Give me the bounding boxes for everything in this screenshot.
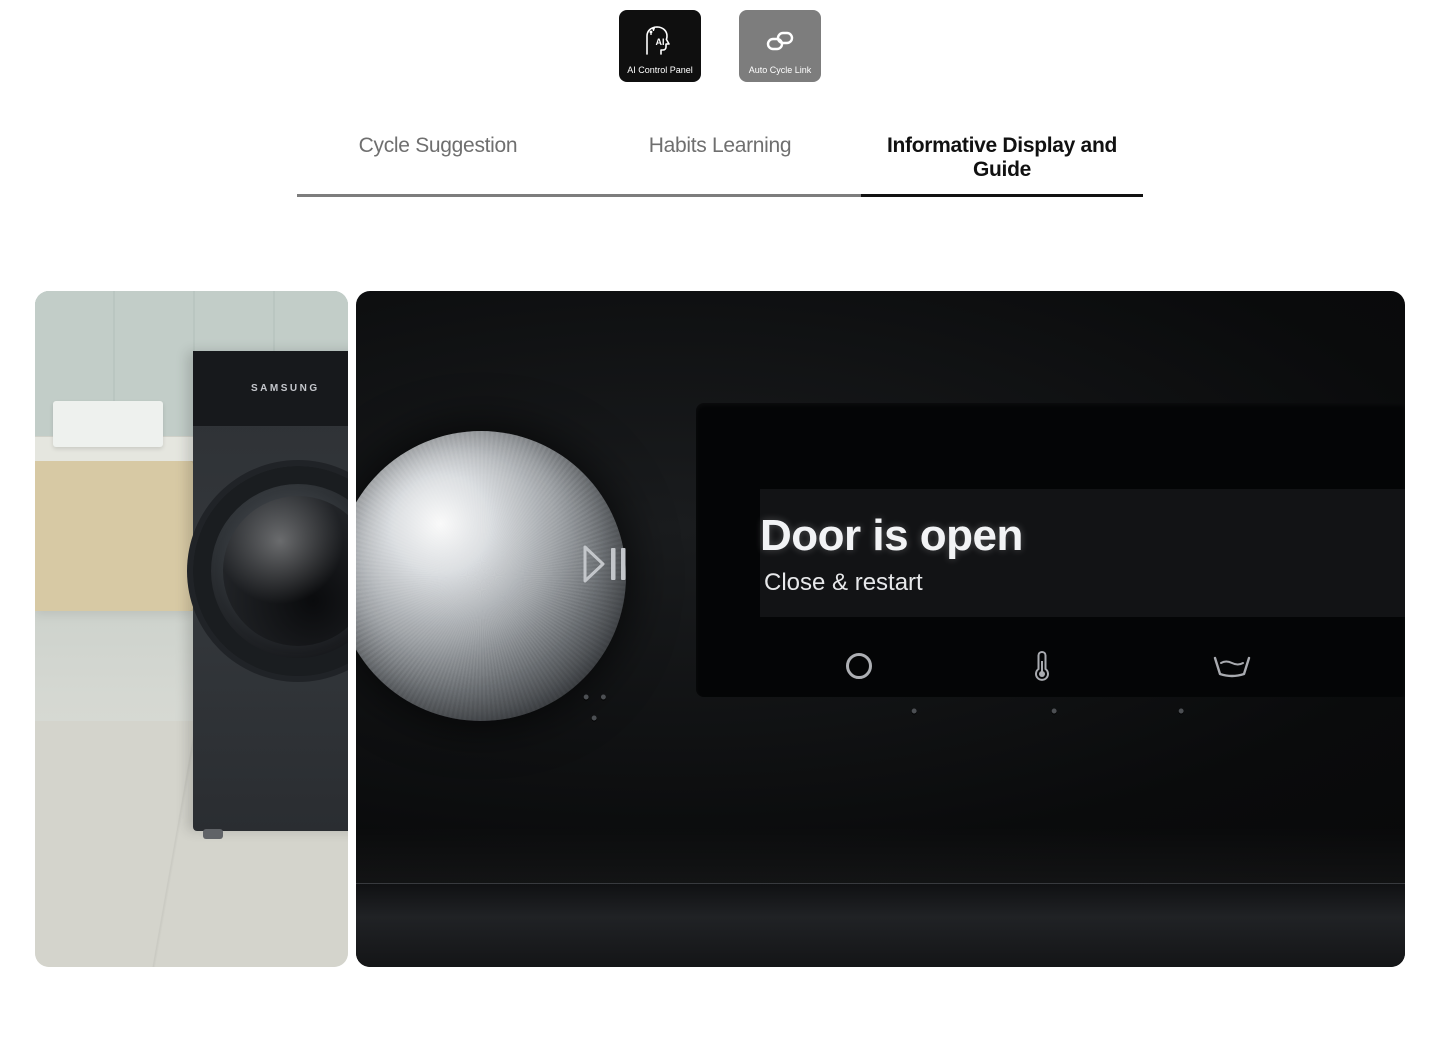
- temperature-icon[interactable]: [1032, 649, 1052, 683]
- tactile-dots: •: [911, 701, 920, 722]
- tab-informative-display[interactable]: Informative Display and Guide: [861, 134, 1143, 197]
- washer-brand: SAMSUNG: [251, 383, 320, 394]
- washer-appliance: SAMSUNG: [193, 351, 348, 831]
- display-message: Door is open Close & restart: [760, 489, 1405, 617]
- feature-badges: AI AI Control Panel Auto Cycle Link: [0, 0, 1440, 82]
- link-icon: [762, 16, 798, 66]
- tactile-dots: •: [1051, 701, 1060, 722]
- tab-bar: Cycle Suggestion Habits Learning Informa…: [0, 134, 1440, 197]
- badge-auto-cycle-link: Auto Cycle Link: [739, 10, 821, 82]
- tab-cycle-suggestion[interactable]: Cycle Suggestion: [297, 134, 579, 197]
- product-visual: SAMSUNG • • • Door is open Close & resta…: [35, 291, 1405, 967]
- display-subtitle: Close & restart: [764, 569, 1405, 597]
- power-icon[interactable]: [846, 653, 872, 679]
- badge-label: AI Control Panel: [627, 66, 693, 75]
- tab-habits-learning[interactable]: Habits Learning: [579, 134, 861, 197]
- badge-label: Auto Cycle Link: [749, 66, 812, 75]
- tactile-dots: • • •: [583, 687, 610, 729]
- svg-text:AI: AI: [656, 37, 665, 47]
- ai-head-icon: AI: [642, 16, 678, 66]
- play-pause-button[interactable]: [579, 543, 629, 585]
- badge-ai-control-panel: AI AI Control Panel: [619, 10, 701, 82]
- lifestyle-scene: SAMSUNG: [35, 291, 348, 967]
- info-display: Door is open Close & restart: [696, 403, 1405, 697]
- rinse-icon[interactable]: [1212, 652, 1252, 680]
- tactile-dots: •: [1178, 701, 1187, 722]
- washer-door: [193, 466, 348, 676]
- control-panel-closeup: • • • Door is open Close & restart: [356, 291, 1405, 967]
- display-title: Door is open: [760, 511, 1405, 561]
